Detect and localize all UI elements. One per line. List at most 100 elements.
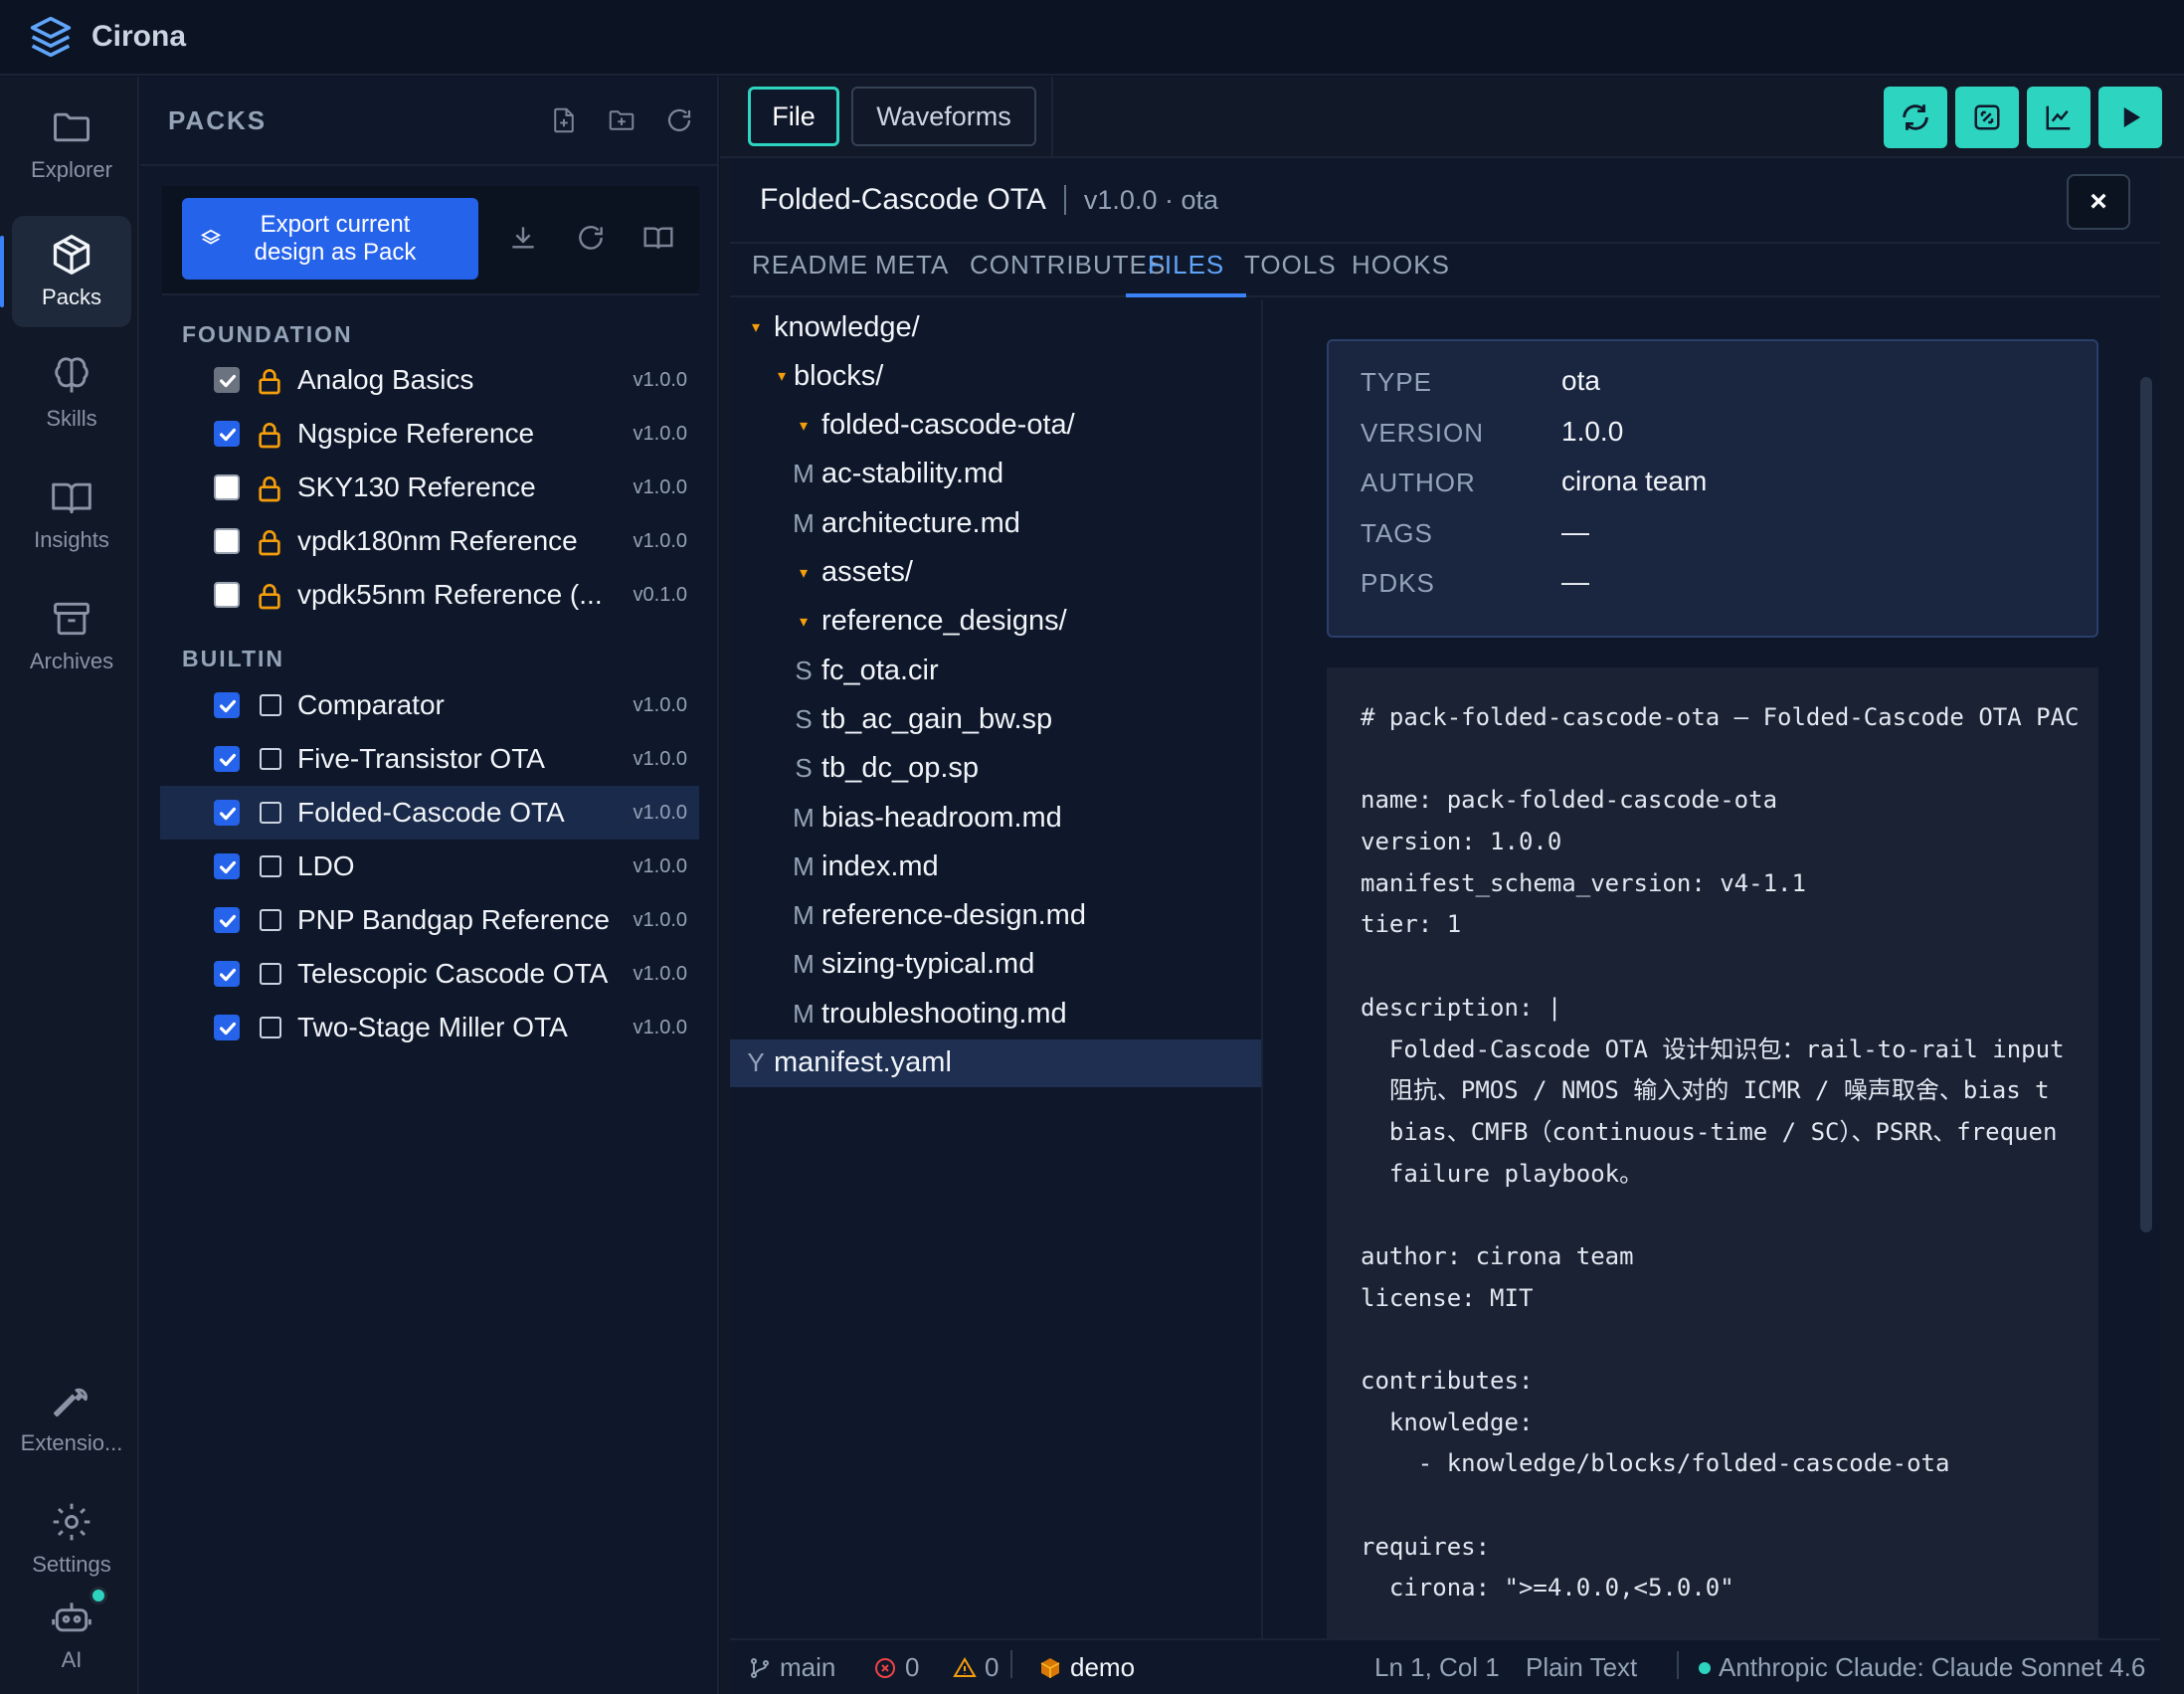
refresh-icon[interactable] <box>661 102 697 138</box>
tree-file[interactable]: Mreference-design.md <box>730 892 1261 940</box>
reload-icon[interactable] <box>573 220 609 256</box>
tree-folder[interactable]: ▾ assets/ <box>730 549 1261 597</box>
tree-file[interactable]: Stb_dc_op.sp <box>730 745 1261 793</box>
activity-ai[interactable]: AI <box>12 1579 131 1690</box>
pack-checkbox[interactable] <box>214 907 240 933</box>
error-count[interactable]: 0 <box>873 1652 919 1683</box>
code-line: # pack-folded-cascode-ota — Folded-Casco… <box>1361 703 2080 731</box>
tab-files[interactable]: FILES <box>1126 250 1247 297</box>
pack-row[interactable]: Two-Stage Miller OTA v1.0.0 <box>160 1001 699 1054</box>
tab-readme[interactable]: README <box>752 250 868 297</box>
tree-file[interactable]: Sfc_ota.cir <box>730 647 1261 694</box>
tree-file[interactable]: Mac-stability.md <box>730 451 1261 498</box>
title-bar: Cirona <box>0 0 2184 76</box>
packs-header: PACKS <box>140 77 717 166</box>
pack-checkbox[interactable] <box>214 746 240 772</box>
model-indicator[interactable]: Anthropic Claude: Claude Sonnet 4.6 <box>1699 1652 2145 1683</box>
tree-folder[interactable]: ▾ knowledge/ <box>730 303 1261 351</box>
file-type-badge: S <box>795 753 813 784</box>
tab-hooks[interactable]: HOOKS <box>1352 250 1450 297</box>
file-type-badge: M <box>793 850 815 881</box>
fit-button[interactable] <box>1955 87 2019 148</box>
tree-folder[interactable]: ▾ reference_designs/ <box>730 598 1261 646</box>
pack-row[interactable]: vpdk55nm Reference (... v0.1.0 <box>160 568 699 622</box>
tree-item-name: troubleshooting.md <box>821 997 1067 1030</box>
activity-skills[interactable]: Skills <box>12 337 131 449</box>
tree-file[interactable]: Marchitecture.md <box>730 499 1261 547</box>
pack-detail-panel: Folded-Cascode OTA v1.0.0 · ota × README… <box>730 158 2160 1638</box>
tree-file[interactable]: Stb_ac_gain_bw.sp <box>730 695 1261 743</box>
download-icon[interactable] <box>505 220 541 256</box>
project-indicator[interactable]: demo <box>1038 1652 1135 1683</box>
book-icon <box>52 482 91 514</box>
error-icon <box>875 1657 895 1678</box>
tab-meta[interactable]: META <box>875 250 949 297</box>
pack-checkbox[interactable] <box>214 800 240 826</box>
tab-waveforms[interactable]: Waveforms <box>851 87 1036 146</box>
manifest-preview: # pack-folded-cascode-ota — Folded-Casco… <box>1327 667 2098 1638</box>
tree-file[interactable]: Mindex.md <box>730 843 1261 890</box>
git-branch[interactable]: main <box>748 1652 835 1683</box>
pack-checkbox[interactable] <box>214 1015 240 1040</box>
pack-row[interactable]: Five-Transistor OTA v1.0.0 <box>160 732 699 786</box>
tab-tools[interactable]: TOOLS <box>1244 250 1337 297</box>
pack-row[interactable]: Telescopic Cascode OTA v1.0.0 <box>160 947 699 1001</box>
tree-folder[interactable]: ▾ folded-cascode-ota/ <box>730 402 1261 450</box>
warning-count[interactable]: 0 <box>953 1652 999 1683</box>
code-line: tier: 1 <box>1361 910 1462 939</box>
export-pack-button[interactable]: Export current design as Pack <box>182 198 478 280</box>
sync-button[interactable] <box>1884 87 1947 148</box>
pack-checkbox[interactable] <box>214 853 240 879</box>
scrollbar[interactable] <box>2140 377 2152 1232</box>
tree-file[interactable]: Msizing-typical.md <box>730 941 1261 989</box>
activity-packs-label: Packs <box>42 284 101 309</box>
pack-checkbox[interactable] <box>214 961 240 987</box>
pack-row[interactable]: vpdk180nm Reference v1.0.0 <box>160 514 699 568</box>
tree-file[interactable]: Mtroubleshooting.md <box>730 990 1261 1037</box>
pack-version: v1.0.0 <box>633 909 687 931</box>
open-book-icon[interactable] <box>640 220 676 256</box>
tree-item-name: fc_ota.cir <box>821 654 939 686</box>
square-icon <box>260 1017 281 1038</box>
new-file-icon[interactable] <box>546 102 582 138</box>
pack-checkbox[interactable] <box>214 582 240 608</box>
activity-archives[interactable]: Archives <box>12 580 131 691</box>
pack-row[interactable]: LDO v1.0.0 <box>160 840 699 893</box>
run-button[interactable] <box>2098 87 2162 148</box>
ai-status-dot <box>90 1587 107 1604</box>
folder-icon <box>54 112 90 142</box>
meta-key: PDKS <box>1361 568 1435 598</box>
tree-folder[interactable]: ▾ blocks/ <box>730 352 1261 400</box>
main-area: File Waveforms Folded-Cascode OTA v1.0.0… <box>720 77 2184 1694</box>
tree-file[interactable]: Ymanifest.yaml <box>730 1038 1261 1087</box>
activity-extensions[interactable]: Extensio... <box>12 1362 131 1473</box>
tree-file[interactable]: Mbias-headroom.md <box>730 794 1261 842</box>
pack-row[interactable]: Ngspice Reference v1.0.0 <box>160 407 699 461</box>
pack-row[interactable]: SKY130 Reference v1.0.0 <box>160 461 699 514</box>
cirona-logo-icon <box>28 14 74 60</box>
pack-version: v1.0.0 <box>633 476 687 498</box>
file-type-badge: S <box>795 703 813 734</box>
activity-insights[interactable]: Insights <box>12 459 131 570</box>
pack-checkbox[interactable] <box>214 692 240 718</box>
pack-row[interactable]: Comparator v1.0.0 <box>160 678 699 732</box>
title-divider <box>1063 185 1066 215</box>
new-folder-icon[interactable] <box>604 102 639 138</box>
activity-packs[interactable]: Packs <box>0 216 131 327</box>
pack-checkbox[interactable] <box>214 474 240 500</box>
pack-checkbox[interactable] <box>214 367 240 393</box>
pack-row[interactable]: PNP Bandgap Reference v1.0.0 <box>160 893 699 947</box>
pack-checkbox[interactable] <box>214 528 240 554</box>
language-mode[interactable]: Plain Text <box>1526 1652 1637 1683</box>
close-button[interactable]: × <box>2067 174 2130 230</box>
activity-explorer[interactable]: Explorer <box>12 89 131 200</box>
pack-checkbox[interactable] <box>214 421 240 447</box>
packs-panel: PACKS Export current design as Pack FOUN… <box>140 77 719 1694</box>
chart-button[interactable] <box>2027 87 2091 148</box>
tab-file[interactable]: File <box>748 87 839 146</box>
cursor-position[interactable]: Ln 1, Col 1 <box>1374 1652 1500 1683</box>
pack-row[interactable]: Folded-Cascode OTA v1.0.0 <box>160 786 699 840</box>
pack-row[interactable]: Analog Basics v1.0.0 <box>160 353 699 407</box>
